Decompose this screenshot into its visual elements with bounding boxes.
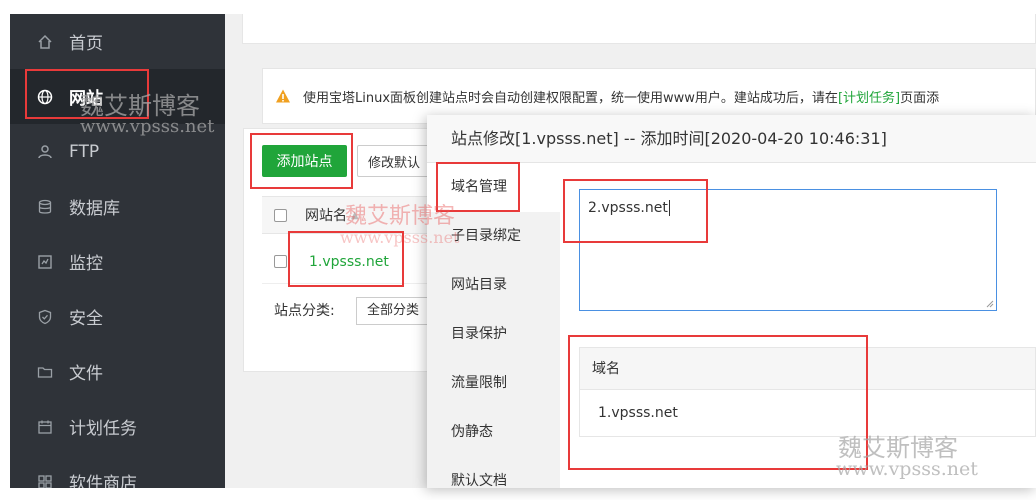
tab-site-directory[interactable]: 网站目录 [427, 261, 560, 310]
resize-grip-icon[interactable] [986, 300, 994, 308]
database-icon [37, 199, 53, 215]
tab-traffic-limit[interactable]: 流量限制 [427, 359, 560, 408]
domain-textarea-value: 2.vpsss.net [588, 200, 668, 216]
globe-icon [37, 89, 53, 105]
column-header-site-name[interactable]: 网站名 [305, 205, 347, 225]
sidebar-item-label: 软件商店 [69, 474, 137, 488]
cron-link[interactable]: [计划任务] [838, 87, 900, 106]
sidebar-item-label: 首页 [69, 34, 103, 54]
sidebar-item-label: 文件 [69, 364, 103, 384]
sidebar-item-monitor[interactable]: 监控 [10, 234, 225, 289]
shield-icon [37, 309, 53, 325]
notice-text: 使用宝塔Linux面板创建站点时会自动创建权限配置，统一使用www用户。建站成功… [303, 90, 838, 106]
domain-table: 域名 1.vpsss.net [579, 347, 1036, 437]
select-all-checkbox[interactable] [274, 208, 287, 222]
domain-textarea[interactable]: 2.vpsss.net [579, 189, 997, 311]
sidebar-item-website[interactable]: 网站 [10, 69, 225, 124]
sidebar-item-label: 网站 [69, 89, 103, 109]
domain-table-header: 域名 [580, 348, 1035, 390]
sidebar-item-label: FTP [69, 141, 100, 162]
top-card [242, 14, 1036, 44]
notice-text-tail: 页面添 [900, 90, 940, 106]
home-icon [37, 34, 53, 50]
sidebar-item-cron[interactable]: 计划任务 [10, 399, 225, 454]
tab-subdirectory-binding[interactable]: 子目录绑定 [427, 212, 560, 261]
sidebar-item-label: 安全 [69, 309, 103, 329]
sidebar-item-label: 计划任务 [69, 419, 137, 439]
category-label: 站点分类: [274, 303, 335, 319]
modal-tab-list: 域名管理 子目录绑定 网站目录 目录保护 流量限制 伪静态 默认文档 [427, 163, 560, 488]
calendar-icon [37, 419, 53, 435]
modify-default-button[interactable]: 修改默认 [357, 145, 437, 177]
sidebar-item-label: 监控 [69, 254, 103, 274]
sidebar-item-store[interactable]: 软件商店 [10, 454, 225, 488]
screenshot-frame: 首页 网站 FTP 数据库 监控 安全 文件 计划任务 软件商店 使用宝塔Lin… [0, 0, 1036, 500]
warning-icon [275, 88, 291, 104]
tab-rewrite[interactable]: 伪静态 [427, 408, 560, 457]
sidebar-item-database[interactable]: 数据库 [10, 179, 225, 234]
folder-icon [37, 364, 53, 380]
site-edit-modal: 站点修改[1.vpsss.net] -- 添加时间[2020-04-20 10:… [427, 115, 1036, 488]
sidebar-item-home[interactable]: 首页 [10, 14, 225, 69]
monitor-icon [37, 254, 53, 270]
sidebar-item-security[interactable]: 安全 [10, 289, 225, 344]
site-name-link[interactable]: 1.vpsss.net [309, 254, 389, 270]
sidebar-item-label: 数据库 [69, 199, 120, 219]
user-icon [37, 144, 53, 160]
tab-default-document[interactable]: 默认文档 [427, 457, 560, 488]
tab-directory-protection[interactable]: 目录保护 [427, 310, 560, 359]
add-site-button[interactable]: 添加站点 [262, 145, 347, 177]
sidebar-item-files[interactable]: 文件 [10, 344, 225, 399]
sidebar: 首页 网站 FTP 数据库 监控 安全 文件 计划任务 软件商店 [10, 14, 225, 488]
tab-domain-management[interactable]: 域名管理 [427, 163, 560, 212]
domain-table-row: 1.vpsss.net [598, 405, 678, 421]
sort-icon[interactable]: ▲ [351, 210, 359, 221]
sidebar-item-ftp[interactable]: FTP [10, 124, 225, 179]
row-checkbox[interactable] [274, 255, 287, 268]
grid-icon [37, 474, 53, 488]
modal-title: 站点修改[1.vpsss.net] -- 添加时间[2020-04-20 10:… [427, 115, 1036, 163]
